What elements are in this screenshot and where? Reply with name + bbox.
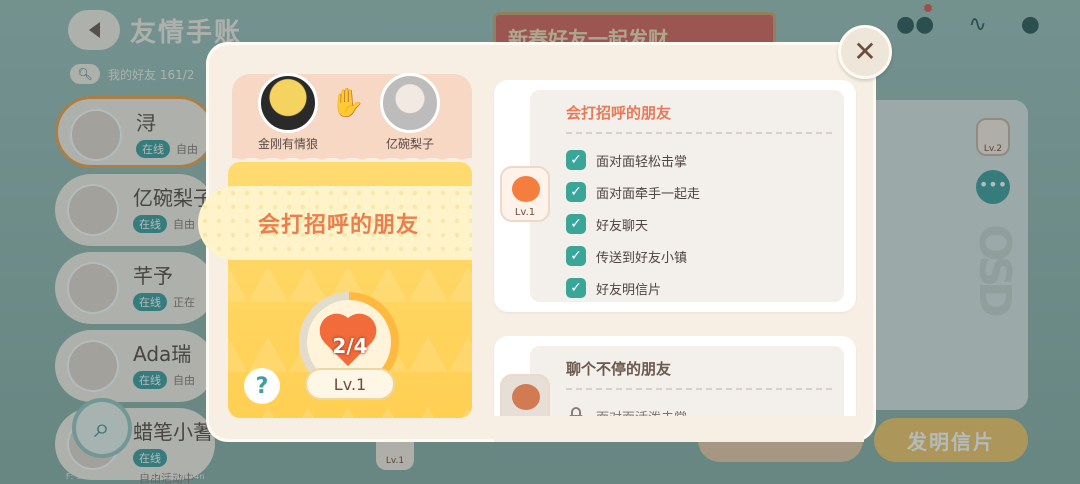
perk-label: 好友明信片 bbox=[596, 282, 662, 298]
perk-item: ✓ 好友聊天 bbox=[566, 208, 700, 240]
divider bbox=[566, 388, 832, 390]
divider bbox=[566, 132, 832, 134]
perk-list: ✓ 面对面轻松击掌 ✓ 面对面牵手一起走 ✓ 好友聊天 ✓ 传送到好友小镇 ✓ 好友明信片 bbox=[566, 144, 700, 304]
perk-item: ✓ 传送到好友小镇 bbox=[566, 240, 700, 272]
close-icon: ✕ bbox=[853, 35, 877, 68]
perk-list: 面对面活泼击掌 bbox=[566, 400, 687, 416]
tier-title: 聊个不停的朋友 bbox=[566, 360, 672, 378]
check-icon: ✓ bbox=[566, 214, 586, 234]
check-icon: ✓ bbox=[566, 150, 586, 170]
tier-title: 会打招呼的朋友 bbox=[566, 104, 672, 122]
perk-label: 传送到好友小镇 bbox=[596, 250, 688, 266]
check-icon: ✓ bbox=[566, 278, 586, 298]
high-five-icon: ✋ bbox=[330, 86, 365, 119]
friendship-tag: 会打招呼的朋友 bbox=[198, 186, 472, 260]
locked-heart-icon bbox=[512, 384, 540, 410]
progress-text: 2/4 bbox=[332, 334, 368, 358]
perk-label: 好友聊天 bbox=[596, 218, 649, 234]
question-icon[interactable]: ? bbox=[244, 368, 280, 404]
friend-name: 亿碗梨子 bbox=[386, 137, 435, 151]
tier-level-badge: Lv.1 bbox=[500, 166, 550, 222]
modal-bottom-edge bbox=[494, 416, 864, 442]
tier-card: Lv.1 会打招呼的朋友 ✓ 面对面轻松击掌 ✓ 面对面牵手一起走 ✓ 好友聊天 ✓ 传… bbox=[494, 80, 856, 312]
my-avatar bbox=[258, 73, 318, 133]
perk-item: 面对面活泼击掌 bbox=[566, 400, 687, 416]
friendship-tag-label: 会打招呼的朋友 bbox=[258, 213, 420, 238]
perk-item: ✓ 面对面牵手一起走 bbox=[566, 176, 700, 208]
level-label: Lv.1 bbox=[305, 368, 395, 400]
perk-item: ✓ 好友明信片 bbox=[566, 272, 700, 304]
check-icon: ✓ bbox=[566, 182, 586, 202]
heart-icon bbox=[512, 176, 540, 202]
friend-avatar bbox=[380, 73, 440, 133]
perk-label: 面对面牵手一起走 bbox=[596, 186, 701, 202]
tier-level-badge-locked bbox=[500, 374, 550, 416]
close-button[interactable]: ✕ bbox=[838, 25, 892, 79]
my-name: 金刚有情狼 bbox=[258, 137, 319, 151]
perk-label: 面对面轻松击掌 bbox=[596, 154, 688, 170]
tier-level-label: Lv.1 bbox=[514, 207, 536, 218]
tier-card: 聊个不停的朋友 面对面活泼击掌 bbox=[494, 336, 856, 416]
perk-label: 面对面活泼击掌 bbox=[596, 407, 687, 417]
check-icon: ✓ bbox=[566, 246, 586, 266]
lock-icon bbox=[568, 407, 584, 416]
perk-item: ✓ 面对面轻松击掌 bbox=[566, 144, 700, 176]
